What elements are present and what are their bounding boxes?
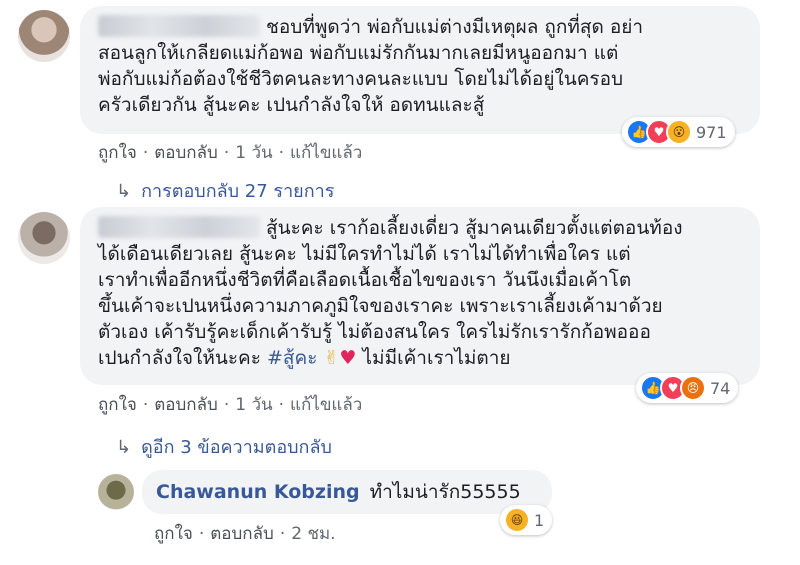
- reply-actions: ถูกใจ · ตอบกลับ · 2 ชม.: [154, 524, 336, 544]
- avatar[interactable]: [18, 10, 70, 62]
- like-link[interactable]: ถูกใจ: [154, 524, 193, 544]
- view-more-replies-link[interactable]: ↳ ดูอีก 3 ข้อความตอบกลับ: [116, 432, 332, 461]
- reply-link[interactable]: ตอบกลับ: [154, 395, 218, 415]
- comment-actions: ถูกใจ · ตอบกลับ · 1 วัน · แก้ไขแล้ว: [98, 395, 363, 415]
- comment-text: ชอบที่พูดว่า พ่อกับแม่ต่างมีเหตุผล ถูกที…: [98, 14, 746, 118]
- reply-link[interactable]: ตอบกลับ: [210, 524, 274, 544]
- comment-bubble: ชอบที่พูดว่า พ่อกับแม่ต่างมีเหตุผล ถูกที…: [80, 6, 760, 134]
- redacted-author-name: [98, 216, 260, 238]
- reply-link[interactable]: ตอบกลับ: [154, 143, 218, 163]
- reply-bubble: Chawanun Kobzing ทำไมน่ารัก55555: [142, 470, 552, 514]
- reply-arrow-icon: ↳: [116, 437, 132, 458]
- reaction-summary[interactable]: 😆 1: [500, 505, 553, 535]
- comment-actions: ถูกใจ · ตอบกลับ · 1 วัน · แก้ไขแล้ว: [98, 143, 363, 163]
- reaction-count: 971: [696, 122, 727, 142]
- like-link[interactable]: ถูกใจ: [98, 395, 137, 415]
- edited-label[interactable]: แก้ไขแล้ว: [290, 395, 362, 415]
- redacted-author-name: [98, 15, 260, 37]
- heart-icon: ♥: [339, 347, 357, 369]
- reply-body: ทำไมน่ารัก55555: [369, 481, 521, 503]
- reaction-summary[interactable]: 👍 ♥ 😮 971: [622, 117, 735, 147]
- reaction-summary[interactable]: 👍 ♥ 😠 74: [636, 373, 739, 403]
- victory-hand-icon: ✌: [323, 347, 340, 369]
- view-replies-link[interactable]: ↳ การตอบกลับ 27 รายการ: [116, 176, 334, 205]
- timestamp[interactable]: 1 วัน: [235, 395, 272, 415]
- like-link[interactable]: ถูกใจ: [98, 143, 137, 163]
- comment-body: สู้นะคะ เราก้อเลี้ยงเดี่ยว สู้มาคนเดียวต…: [266, 217, 683, 239]
- haha-icon: 😆: [504, 507, 530, 533]
- timestamp[interactable]: 1 วัน: [235, 143, 272, 163]
- hashtag-link[interactable]: #สู้คะ: [267, 347, 317, 369]
- comment-text: สู้นะคะ เราก้อเลี้ยงเดี่ยว สู้มาคนเดียวต…: [98, 215, 746, 371]
- reply-text: Chawanun Kobzing ทำไมน่ารัก55555: [156, 479, 538, 505]
- reply-arrow-icon: ↳: [116, 181, 132, 202]
- reaction-count: 1: [534, 510, 545, 530]
- avatar[interactable]: [98, 474, 134, 510]
- edited-label[interactable]: แก้ไขแล้ว: [290, 143, 362, 163]
- replies-count-label: การตอบกลับ 27 รายการ: [141, 181, 335, 202]
- comment-tail: ไม่มีเค้าเราไม่ตาย: [362, 347, 511, 369]
- reaction-count: 74: [710, 378, 731, 398]
- comment-bubble: สู้นะคะ เราก้อเลี้ยงเดี่ยว สู้มาคนเดียวต…: [80, 207, 760, 385]
- more-replies-label: ดูอีก 3 ข้อความตอบกลับ: [141, 437, 332, 458]
- angry-icon: 😠: [680, 375, 706, 401]
- author-name-link[interactable]: Chawanun Kobzing: [156, 481, 360, 503]
- avatar[interactable]: [18, 212, 70, 264]
- timestamp[interactable]: 2 ชม.: [291, 524, 335, 544]
- wow-icon: 😮: [666, 119, 692, 145]
